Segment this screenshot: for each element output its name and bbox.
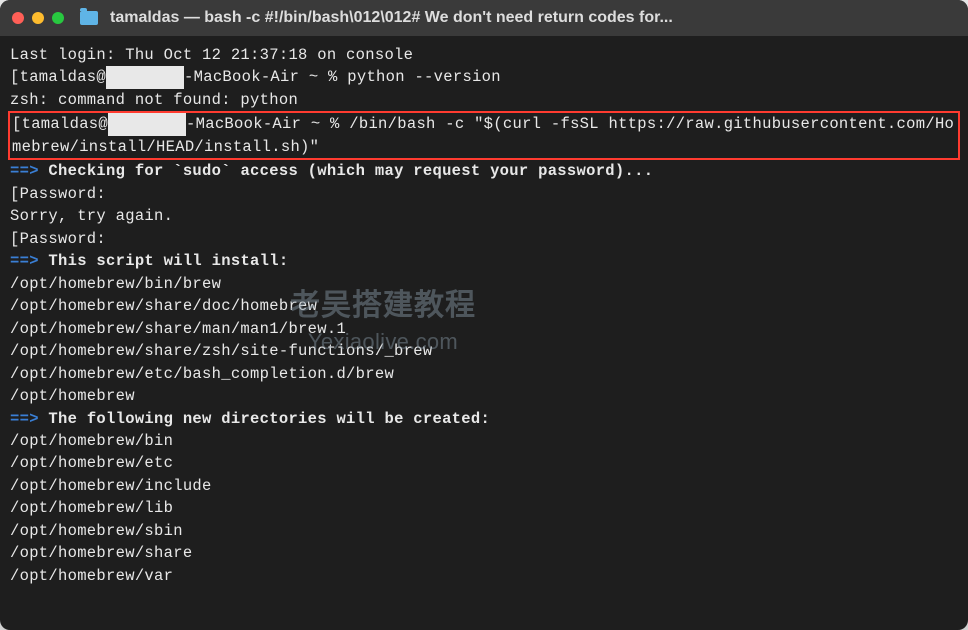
prompt-user: [tamaldas@ xyxy=(10,68,106,86)
path-line: /opt/homebrew/share/doc/homebrew xyxy=(10,295,958,317)
redacted-host: ████ xyxy=(106,66,184,88)
output-line: ==> The following new directories will b… xyxy=(10,408,958,430)
path-line: /opt/homebrew/bin/brew xyxy=(10,273,958,295)
traffic-lights xyxy=(12,12,64,24)
terminal-body[interactable]: Last login: Thu Oct 12 21:37:18 on conso… xyxy=(0,36,968,630)
prompt-host: -MacBook-Air ~ % xyxy=(184,68,347,86)
path-line: /opt/homebrew/share xyxy=(10,542,958,564)
prompt-host: -MacBook-Air ~ % xyxy=(186,115,349,133)
checking-sudo-text: Checking for `sudo` access (which may re… xyxy=(39,162,654,180)
path-line: /opt/homebrew/etc xyxy=(10,452,958,474)
new-dirs-text: The following new directories will be cr… xyxy=(39,410,490,428)
arrow-icon: ==> xyxy=(10,162,39,180)
close-icon[interactable] xyxy=(12,12,24,24)
command-text: python --version xyxy=(347,68,501,86)
titlebar[interactable]: tamaldas — bash -c #!/bin/bash\012\012# … xyxy=(0,0,968,36)
path-line: /opt/homebrew/lib xyxy=(10,497,958,519)
path-line: /opt/homebrew xyxy=(10,385,958,407)
output-line: ==> Checking for `sudo` access (which ma… xyxy=(10,160,958,182)
last-login-line: Last login: Thu Oct 12 21:37:18 on conso… xyxy=(10,44,958,66)
arrow-icon: ==> xyxy=(10,252,39,270)
sorry-line: Sorry, try again. xyxy=(10,205,958,227)
maximize-icon[interactable] xyxy=(52,12,64,24)
terminal-window: tamaldas — bash -c #!/bin/bash\012\012# … xyxy=(0,0,968,630)
window-title: tamaldas — bash -c #!/bin/bash\012\012# … xyxy=(110,9,956,27)
path-line: /opt/homebrew/var xyxy=(10,565,958,587)
minimize-icon[interactable] xyxy=(32,12,44,24)
error-line: zsh: command not found: python xyxy=(10,89,958,111)
path-line: /opt/homebrew/include xyxy=(10,475,958,497)
folder-icon xyxy=(80,11,98,25)
highlighted-command: [tamaldas@████-MacBook-Air ~ % /bin/bash… xyxy=(8,111,960,160)
password-prompt: [Password: xyxy=(10,183,958,205)
prompt-user: [tamaldas@ xyxy=(12,115,108,133)
arrow-icon: ==> xyxy=(10,410,39,428)
path-line: /opt/homebrew/sbin xyxy=(10,520,958,542)
path-line: /opt/homebrew/share/man/man1/brew.1 xyxy=(10,318,958,340)
password-prompt: [Password: xyxy=(10,228,958,250)
path-line: /opt/homebrew/bin xyxy=(10,430,958,452)
prompt-line-2: [tamaldas@████-MacBook-Air ~ % /bin/bash… xyxy=(12,113,956,158)
path-line: /opt/homebrew/etc/bash_completion.d/brew xyxy=(10,363,958,385)
output-line: ==> This script will install: xyxy=(10,250,958,272)
prompt-line-1: [tamaldas@████-MacBook-Air ~ % python --… xyxy=(10,66,958,88)
redacted-host: ████ xyxy=(108,113,186,135)
path-line: /opt/homebrew/share/zsh/site-functions/_… xyxy=(10,340,958,362)
script-install-text: This script will install: xyxy=(39,252,289,270)
